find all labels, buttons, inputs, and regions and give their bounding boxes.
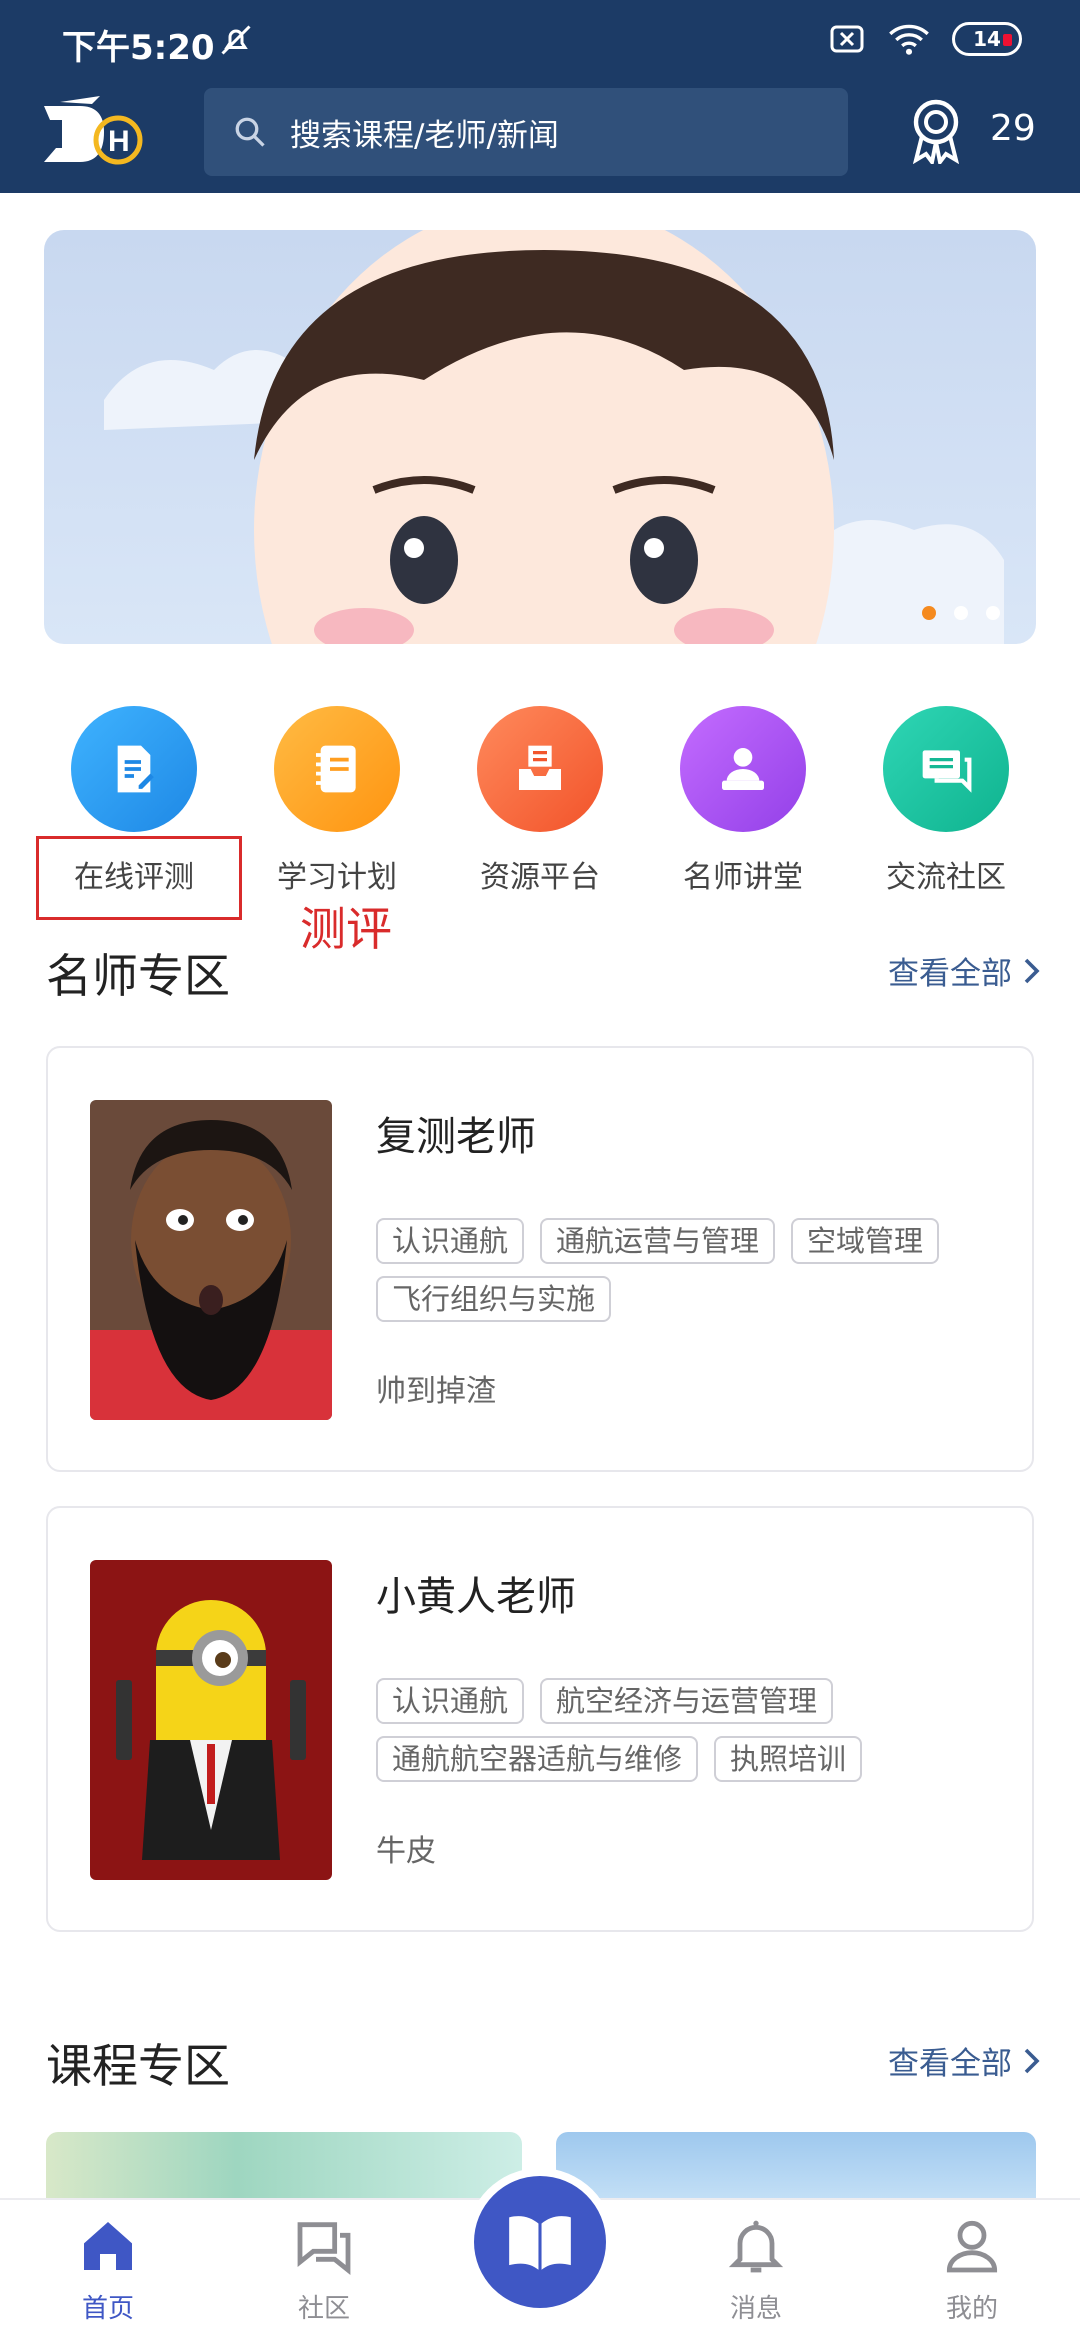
nav-label: 我的 — [945, 2294, 998, 2324]
svg-text:H: H — [108, 125, 130, 158]
highlight-box — [36, 836, 242, 920]
chevron-right-icon — [1024, 2048, 1040, 2073]
quick-nav-label: 资源平台 — [480, 860, 600, 895]
award-icon[interactable] — [906, 98, 966, 164]
tag: 通航运营与管理 — [540, 1218, 776, 1264]
lecturer-icon — [680, 706, 806, 832]
teacher-tags: 认识通航 航空经济与运营管理 通航航空器适航与维修 执照培训 — [376, 1678, 996, 1782]
status-time: 下午5:20 — [62, 28, 215, 68]
teacher-photo — [90, 1560, 332, 1880]
tag: 飞行组织与实施 — [376, 1276, 612, 1322]
search-placeholder: 搜索课程/老师/新闻 — [290, 117, 559, 154]
tag: 执照培训 — [714, 1736, 863, 1782]
status-icons: 14 — [828, 22, 1022, 56]
pagination-dot — [986, 606, 1000, 620]
wifi-icon — [889, 24, 929, 55]
points-count[interactable]: 29 — [990, 108, 1036, 149]
teachers-section-title: 名师专区 — [46, 949, 230, 1003]
quick-nav-famous-teacher[interactable]: 名师讲堂 — [653, 706, 833, 896]
search-icon — [235, 117, 265, 147]
teacher-description: 牛皮 — [376, 1834, 436, 1869]
chat-icon — [883, 706, 1009, 832]
quick-nav-label: 学习计划 — [277, 860, 397, 895]
quick-nav-label: 交流社区 — [886, 860, 1006, 895]
notebook-icon — [274, 706, 400, 832]
nav-messages[interactable]: 消息 — [686, 2214, 826, 2325]
course-thumbnail[interactable] — [46, 2132, 522, 2202]
home-icon — [84, 2222, 132, 2270]
courses-section-title: 课程专区 — [46, 2039, 230, 2093]
teacher-tags: 认识通航 通航运营与管理 空域管理 飞行组织与实施 — [376, 1218, 996, 1322]
nav-home[interactable]: 首页 — [38, 2214, 178, 2325]
quick-nav-study-plan[interactable]: 学习计划 — [247, 706, 427, 896]
quick-nav-label: 名师讲堂 — [683, 860, 803, 895]
teacher-name: 复测老师 — [376, 1114, 536, 1160]
bell-icon — [728, 2220, 784, 2273]
teacher-name: 小黄人老师 — [376, 1574, 576, 1620]
app-header: 下午5:20 14 H 搜索课程/老师/新闻 29 — [0, 0, 1080, 193]
view-all-label: 查看全部 — [888, 2046, 1012, 2082]
teacher-card[interactable]: 小黄人老师 认识通航 航空经济与运营管理 通航航空器适航与维修 执照培训 牛皮 — [46, 1506, 1034, 1932]
pagination-dot — [954, 606, 968, 620]
inbox-icon — [477, 706, 603, 832]
course-thumbnail[interactable] — [556, 2132, 1036, 2202]
teacher-description: 帅到掉渣 — [376, 1374, 496, 1409]
tag: 通航航空器适航与维修 — [376, 1736, 699, 1782]
community-icon — [297, 2222, 351, 2275]
teacher-photo — [90, 1100, 332, 1420]
center-book-button[interactable] — [474, 2176, 606, 2308]
tag: 认识通航 — [376, 1678, 525, 1724]
user-icon — [946, 2220, 998, 2273]
notification-off-icon — [221, 25, 251, 55]
app-logo: H — [44, 96, 143, 165]
annotation-label: 测评 — [300, 902, 392, 956]
document-edit-icon — [71, 706, 197, 832]
promo-banner[interactable] — [44, 230, 1036, 644]
nav-label: 首页 — [81, 2294, 134, 2324]
nav-label: 社区 — [297, 2294, 350, 2324]
battery-level: 14 — [973, 27, 1001, 51]
pagination-dot-active — [922, 606, 936, 620]
book-icon — [509, 2216, 571, 2270]
quick-nav-resource-platform[interactable]: 资源平台 — [450, 706, 630, 896]
nav-label: 消息 — [729, 2294, 782, 2324]
search-bar[interactable]: 搜索课程/老师/新闻 — [204, 88, 848, 176]
nav-community[interactable]: 社区 — [254, 2214, 394, 2325]
teacher-card[interactable]: 复测老师 认识通航 通航运营与管理 空域管理 飞行组织与实施 帅到掉渣 — [46, 1046, 1034, 1472]
status-bar: 下午5:20 14 — [0, 0, 1080, 84]
chevron-right-icon — [1024, 958, 1040, 983]
nav-mine[interactable]: 我的 — [902, 2214, 1042, 2325]
teachers-view-all-link[interactable]: 查看全部 — [888, 948, 1040, 993]
courses-view-all-link[interactable]: 查看全部 — [888, 2038, 1040, 2083]
view-all-label: 查看全部 — [888, 956, 1012, 992]
tag: 航空经济与运营管理 — [540, 1678, 834, 1724]
banner-pagination — [922, 606, 1000, 620]
sim-off-icon — [830, 25, 864, 53]
tag: 空域管理 — [791, 1218, 940, 1264]
quick-nav-community[interactable]: 交流社区 — [856, 706, 1036, 896]
banner-illustration — [104, 230, 1004, 644]
battery-indicator: 14 — [952, 22, 1022, 56]
tag: 认识通航 — [376, 1218, 525, 1264]
